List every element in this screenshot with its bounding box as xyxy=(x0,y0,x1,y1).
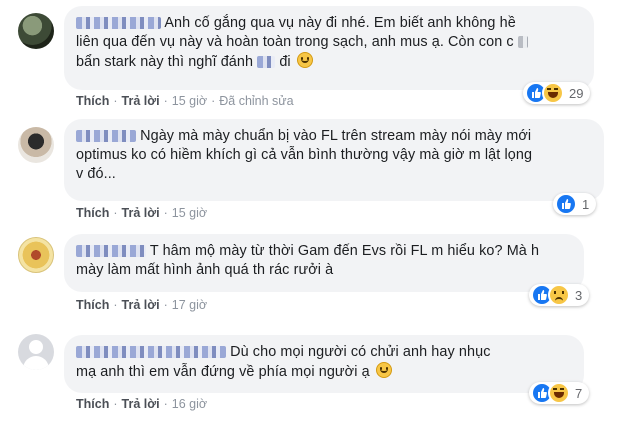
edited-label: Đã chỉnh sửa xyxy=(219,94,294,108)
blurred-text xyxy=(257,56,276,69)
reaction-summary[interactable]: 7 xyxy=(529,382,590,404)
comment-bubble: T hâm mộ mày từ thời Gam đến Evs rồi FL … xyxy=(64,234,584,292)
reaction-summary[interactable]: 29 xyxy=(523,82,591,104)
blurred-name xyxy=(76,346,226,359)
default-avatar-icon[interactable] xyxy=(18,334,54,370)
blurred-name xyxy=(76,245,146,258)
reaction-count: 3 xyxy=(575,287,583,303)
sad-icon xyxy=(548,284,570,306)
reply-link[interactable]: Trả lời xyxy=(122,397,160,411)
timestamp[interactable]: 16 giờ xyxy=(172,397,207,411)
comment-actions: Thích · Trả lời · 16 giờ xyxy=(76,397,208,411)
blurred-text xyxy=(517,36,528,49)
comment-text: T hâm mộ mày từ thời Gam đến Evs rồi FL … xyxy=(76,243,540,278)
reaction-summary[interactable]: 3 xyxy=(529,284,590,306)
haha-icon xyxy=(548,382,570,404)
reply-link[interactable]: Trả lời xyxy=(122,298,160,312)
haha-icon xyxy=(542,82,564,104)
comment-bubble: Ngày mà mày chuẩn bị vào FL trên stream … xyxy=(64,119,604,201)
reply-link[interactable]: Trả lời xyxy=(122,94,160,108)
reaction-count: 1 xyxy=(582,196,590,212)
comment-bubble: Dù cho mọi người có chửi anh hay nhục mạ… xyxy=(64,335,584,393)
like-link[interactable]: Thích xyxy=(76,397,109,411)
comment-actions: Thích · Trả lời · 15 giờ · Đã chỉnh sửa xyxy=(76,94,294,108)
smile-emoji-icon xyxy=(375,362,392,378)
like-link[interactable]: Thích xyxy=(76,94,109,108)
blurred-name xyxy=(76,17,161,30)
like-link[interactable]: Thích xyxy=(76,298,109,312)
comment-bubble: Anh cố gắng qua vụ này đi nhé. Em biết a… xyxy=(64,6,594,90)
reaction-summary[interactable]: 1 xyxy=(553,193,597,215)
comment-text: Anh cố gắng qua vụ này đi nhé. Em biết a… xyxy=(76,14,582,72)
avatar[interactable] xyxy=(18,127,54,163)
blurred-name xyxy=(76,130,136,143)
comment-text: Dù cho mọi người có chửi anh hay nhục mạ… xyxy=(76,344,491,380)
like-icon xyxy=(555,193,577,215)
reaction-count: 29 xyxy=(569,85,584,101)
avatar[interactable] xyxy=(18,13,54,49)
timestamp[interactable]: 17 giờ xyxy=(172,298,207,312)
avatar[interactable] xyxy=(18,237,54,273)
like-link[interactable]: Thích xyxy=(76,206,109,220)
timestamp[interactable]: 15 giờ xyxy=(172,94,207,108)
reply-link[interactable]: Trả lời xyxy=(122,206,160,220)
smile-emoji-icon xyxy=(296,52,313,68)
reaction-count: 7 xyxy=(575,385,583,401)
timestamp[interactable]: 15 giờ xyxy=(172,206,207,220)
comment-actions: Thích · Trả lời · 15 giờ xyxy=(76,206,208,220)
comment-actions: Thích · Trả lời · 17 giờ xyxy=(76,298,208,312)
comment-text: Ngày mà mày chuẩn bị vào FL trên stream … xyxy=(76,128,533,182)
